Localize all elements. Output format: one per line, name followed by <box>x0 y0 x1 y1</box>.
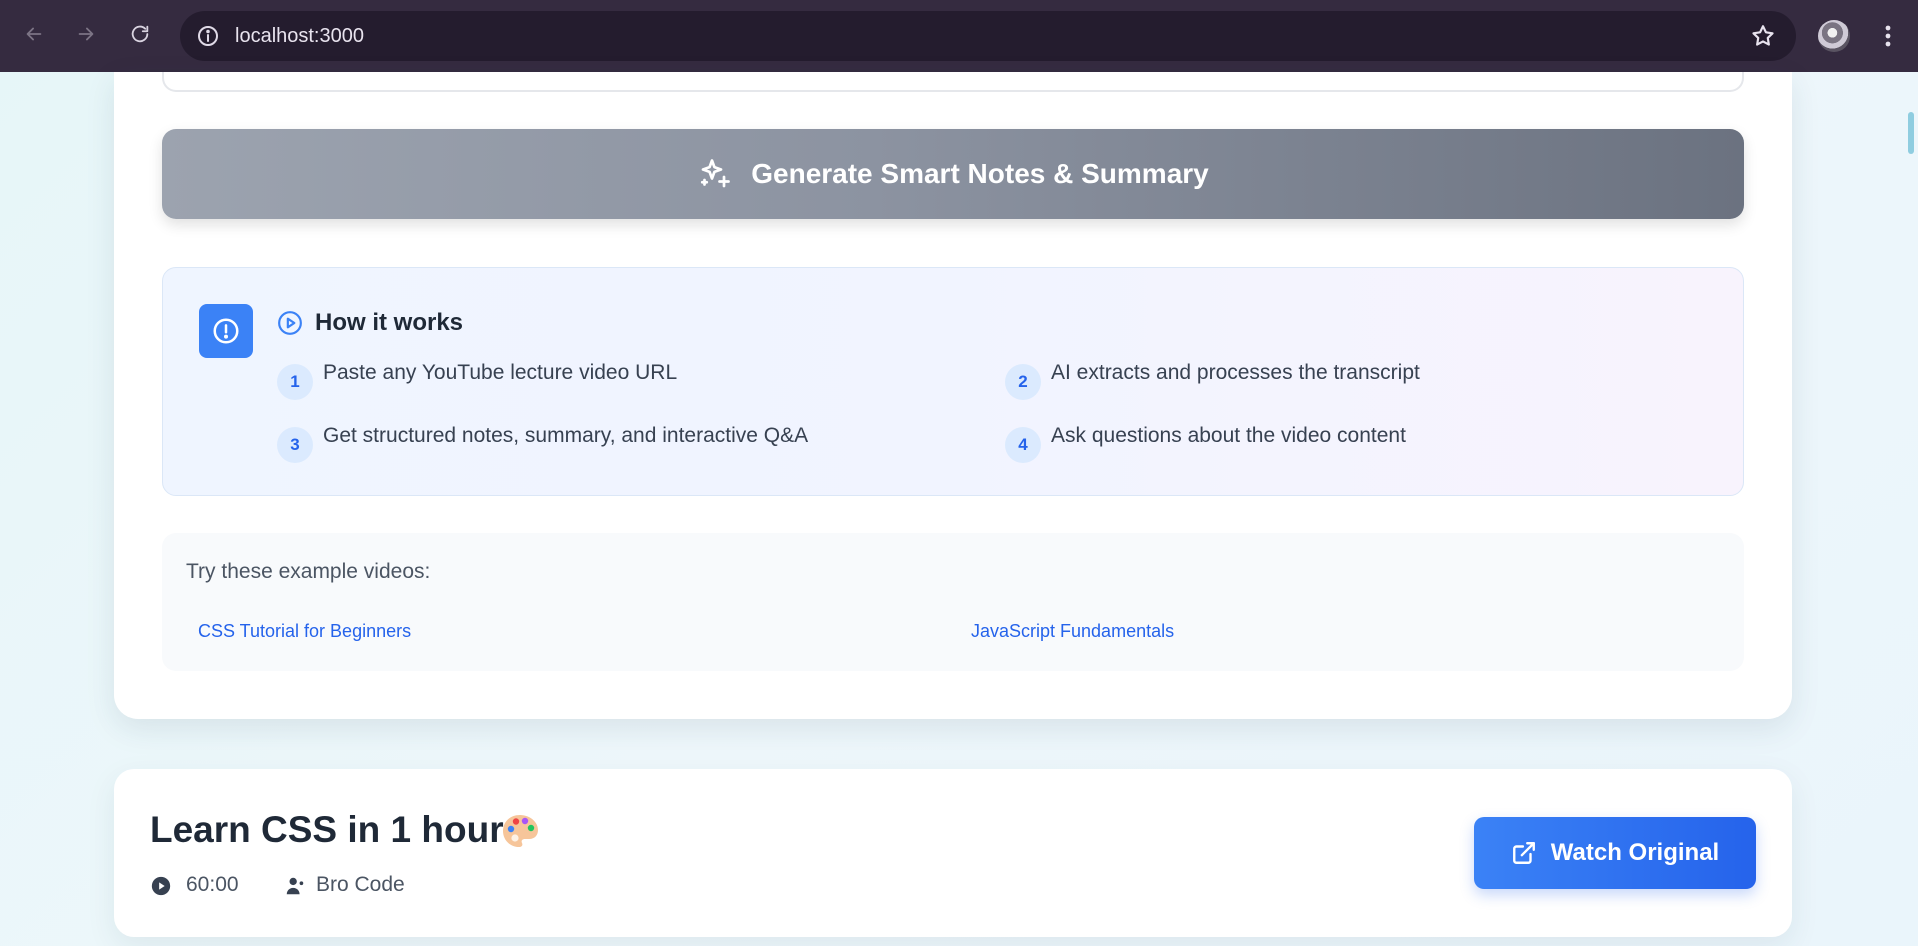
external-link-icon <box>1512 842 1535 864</box>
reload-icon <box>131 25 149 43</box>
step-number: 3 <box>277 427 313 463</box>
how-it-works-panel: How it works 1 Paste any YouTube lecture… <box>162 267 1744 496</box>
sparkles-icon <box>701 159 731 188</box>
forward-button[interactable] <box>68 16 104 52</box>
watch-original-label: Watch Original <box>1550 839 1720 866</box>
generate-notes-button[interactable]: Generate Smart Notes & Summary <box>162 129 1744 219</box>
profile-avatar[interactable] <box>1818 20 1850 52</box>
step-text: Ask questions about the video content <box>1051 424 1406 447</box>
palette-emoji-icon <box>503 815 538 847</box>
video-info-card: Learn CSS in 1 hour 60:00 Bro Code Watch… <box>114 769 1792 937</box>
url-text[interactable]: localhost:3000 <box>235 25 364 48</box>
example-link-css[interactable]: CSS Tutorial for Beginners <box>198 621 411 642</box>
step-text: Paste any YouTube lecture video URL <box>323 361 678 384</box>
info-icon[interactable] <box>196 24 220 48</box>
more-vert-icon[interactable] <box>1876 20 1900 52</box>
play-circle-icon <box>278 311 302 335</box>
step-item: 2 AI extracts and processes the transcri… <box>1005 359 1420 400</box>
reload-button[interactable] <box>122 16 158 52</box>
address-bar[interactable]: localhost:3000 <box>180 11 1796 61</box>
arrow-right-icon <box>78 27 94 41</box>
step-item: 3 Get structured notes, summary, and int… <box>277 422 808 463</box>
main-card: Generate Smart Notes & Summary How it wo… <box>114 72 1792 719</box>
star-icon[interactable] <box>1750 23 1776 49</box>
example-videos-panel: Try these example videos: CSS Tutorial f… <box>162 533 1744 671</box>
step-item: 1 Paste any YouTube lecture video URL <box>277 359 677 400</box>
watch-original-button[interactable]: Watch Original <box>1474 817 1756 889</box>
step-number: 2 <box>1005 364 1041 400</box>
info-badge <box>199 304 253 358</box>
browser-toolbar: localhost:3000 <box>0 0 1918 72</box>
url-input-bottom-edge[interactable] <box>162 72 1744 92</box>
user-icon <box>286 877 304 895</box>
step-item: 4 Ask questions about the video content <box>1005 422 1406 463</box>
step-text: AI extracts and processes the transcript <box>1051 361 1420 384</box>
how-it-works-title: How it works <box>315 309 464 336</box>
example-link-javascript[interactable]: JavaScript Fundamentals <box>971 621 1174 642</box>
video-duration: 60:00 <box>186 873 239 896</box>
examples-title: Try these example videos: <box>186 560 431 583</box>
step-number: 4 <box>1005 427 1041 463</box>
generate-notes-label: Generate Smart Notes & Summary <box>751 158 1209 189</box>
scrollbar-thumb[interactable] <box>1908 112 1914 154</box>
back-button[interactable] <box>16 16 52 52</box>
video-author: Bro Code <box>316 873 405 896</box>
alert-circle-icon <box>213 318 239 344</box>
arrow-left-icon <box>26 27 42 41</box>
step-number: 1 <box>277 364 313 400</box>
step-text: Get structured notes, summary, and inter… <box>323 424 809 447</box>
play-circle-filled-icon <box>151 876 171 896</box>
video-title: Learn CSS in 1 hour <box>150 809 504 850</box>
